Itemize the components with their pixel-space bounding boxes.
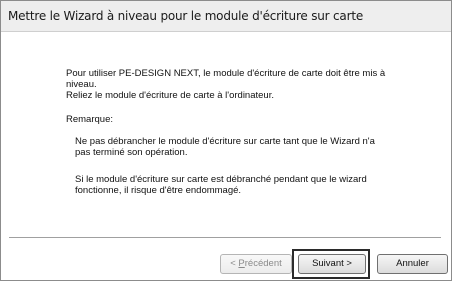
note1-line-1: Ne pas débrancher le module d'écriture s… <box>75 136 375 147</box>
note-damage-warning: Si le module d'écriture sur carte est dé… <box>75 174 435 196</box>
note2-line-2: fonctionne, il risque d'être endommagé. <box>75 185 242 196</box>
previous-button[interactable]: < Précédent <box>220 254 292 274</box>
note-disconnect-warning: Ne pas débrancher le module d'écriture s… <box>75 136 435 158</box>
button-separator <box>9 237 441 239</box>
previous-label-rest: récédent <box>244 258 282 269</box>
remarque-label: Remarque: <box>66 114 113 125</box>
dialog-title: Mettre le Wizard à niveau pour le module… <box>8 9 364 23</box>
intro-line-2: niveau. <box>66 79 97 90</box>
intro-line-1: Pour utiliser PE-DESIGN NEXT, le module … <box>66 68 386 79</box>
title-bar: Mettre le Wizard à niveau pour le module… <box>1 1 451 32</box>
next-button[interactable]: Suivant > <box>298 254 366 274</box>
dialog-content: Pour utiliser PE-DESIGN NEXT, le module … <box>1 32 451 252</box>
wizard-dialog: Mettre le Wizard à niveau pour le module… <box>0 0 452 281</box>
intro-text: Pour utiliser PE-DESIGN NEXT, le module … <box>66 68 436 101</box>
intro-line-3: Reliez le module d'écriture de carte à l… <box>66 90 274 101</box>
note2-line-1: Si le module d'écriture sur carte est dé… <box>75 174 367 185</box>
cancel-button[interactable]: Annuler <box>377 254 448 274</box>
note1-line-2: pas terminé son opération. <box>75 147 188 158</box>
